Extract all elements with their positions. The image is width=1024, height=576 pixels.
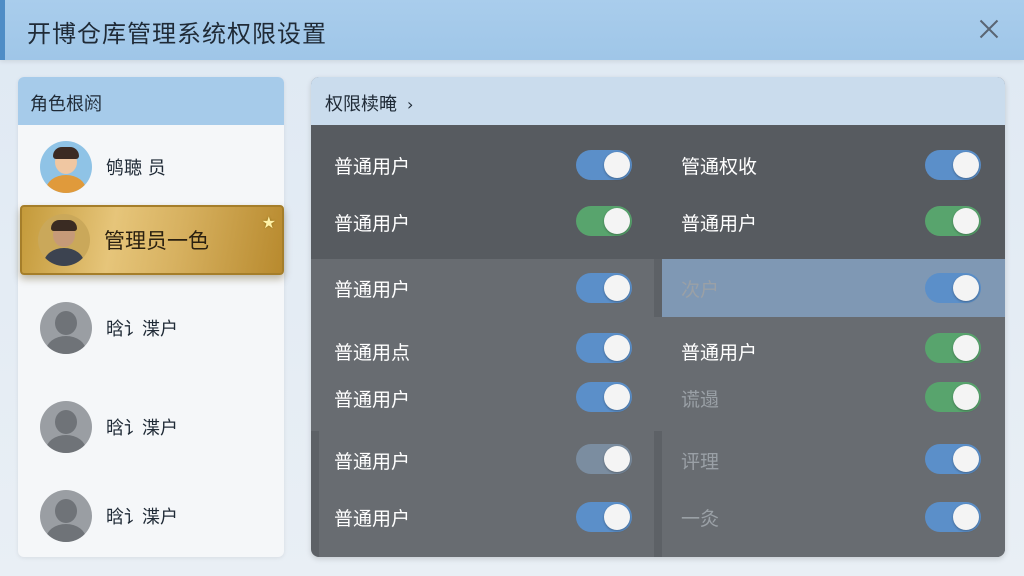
permission-toggle[interactable]	[925, 206, 981, 236]
role-label: 晗讠渫户	[106, 418, 178, 439]
permission-label: 普通用户	[334, 388, 411, 411]
permission-row: 普通用户	[334, 145, 574, 185]
permission-toggle[interactable]	[576, 273, 632, 303]
role-item[interactable]: 晗讠渫户	[18, 391, 284, 463]
close-icon[interactable]	[976, 16, 1002, 42]
permission-row: 普通用户	[334, 378, 574, 418]
user-avatar-icon	[40, 401, 92, 453]
role-item-selected[interactable]: 管理员一色 ★	[20, 205, 284, 275]
title-bar: 开博仓库管理系统权限设置	[0, 0, 1024, 60]
permission-row: 评理	[681, 440, 921, 480]
star-icon: ★	[261, 213, 276, 232]
permission-toggle[interactable]	[576, 444, 632, 474]
permissions-breadcrumb[interactable]: 权限椟晻 ›	[311, 77, 1005, 125]
permission-label: 普通用户	[334, 212, 411, 235]
permission-row: 次户	[681, 268, 921, 308]
permission-row: 普通用户	[334, 202, 574, 242]
role-item[interactable]: 晗讠渫户	[18, 480, 284, 552]
permission-label: 次户	[681, 278, 720, 301]
permission-toggle[interactable]	[925, 333, 981, 363]
window-title: 开博仓库管理系统权限设置	[27, 20, 327, 48]
permissions-title: 权限椟晻	[325, 94, 397, 115]
permission-toggle[interactable]	[576, 206, 632, 236]
permissions-panel: 权限椟晻 › 普通用户 普通用户 普通用户 普通用点 普通用户 普通用户 普通用户…	[311, 77, 1005, 557]
permission-toggle[interactable]	[925, 273, 981, 303]
roles-panel: 角色根阏 鸲聴 员 管理员一色 ★ 晗讠渫户 晗讠渫户 晗讠渫户	[18, 77, 284, 557]
user-avatar-icon	[40, 141, 92, 193]
permission-toggle[interactable]	[925, 502, 981, 532]
role-item[interactable]: 鸲聴 员	[18, 131, 284, 203]
role-label: 晗讠渫户	[106, 319, 178, 340]
permission-row: 普通用户	[334, 268, 574, 308]
permission-toggle[interactable]	[576, 502, 632, 532]
permission-toggle[interactable]	[925, 444, 981, 474]
roles-header: 角色根阏	[18, 77, 284, 125]
permission-label: 普通用户	[334, 278, 411, 301]
permission-label: 一灸	[681, 507, 720, 530]
permission-toggle[interactable]	[576, 150, 632, 180]
permission-label: 普通用户	[334, 450, 411, 473]
role-label: 管理员一色	[104, 229, 209, 253]
permission-label: 普通用户	[334, 155, 411, 178]
permission-row: 一灸	[681, 497, 921, 537]
permission-row: 普通用户	[681, 202, 921, 242]
permission-row: 普通用户	[681, 331, 921, 371]
permission-label: 普通用点	[334, 341, 411, 364]
admin-avatar-icon	[38, 214, 90, 266]
permission-row: 普通用户	[334, 497, 574, 537]
permission-toggle[interactable]	[925, 382, 981, 412]
role-item[interactable]: 晗讠渫户	[18, 292, 284, 364]
permission-row: 谎遢	[681, 378, 921, 418]
user-avatar-icon	[40, 490, 92, 542]
user-avatar-icon	[40, 302, 92, 354]
role-label: 鸲聴 员	[106, 158, 166, 179]
permission-label: 管通权收	[681, 155, 758, 178]
permission-label: 谎遢	[681, 388, 720, 411]
permission-row: 普通用户	[334, 440, 574, 480]
permission-toggle[interactable]	[925, 150, 981, 180]
permission-row: 普通用点	[334, 331, 574, 371]
role-label: 晗讠渫户	[106, 507, 178, 528]
permission-row: 管通权收	[681, 145, 921, 185]
permission-label: 评理	[681, 450, 720, 473]
permission-label: 普通用户	[681, 341, 758, 364]
permission-label: 普通用户	[334, 507, 411, 530]
chevron-right-icon: ›	[407, 95, 414, 114]
permission-label: 普通用户	[681, 212, 758, 235]
permission-toggle[interactable]	[576, 382, 632, 412]
permission-toggle[interactable]	[576, 333, 632, 363]
